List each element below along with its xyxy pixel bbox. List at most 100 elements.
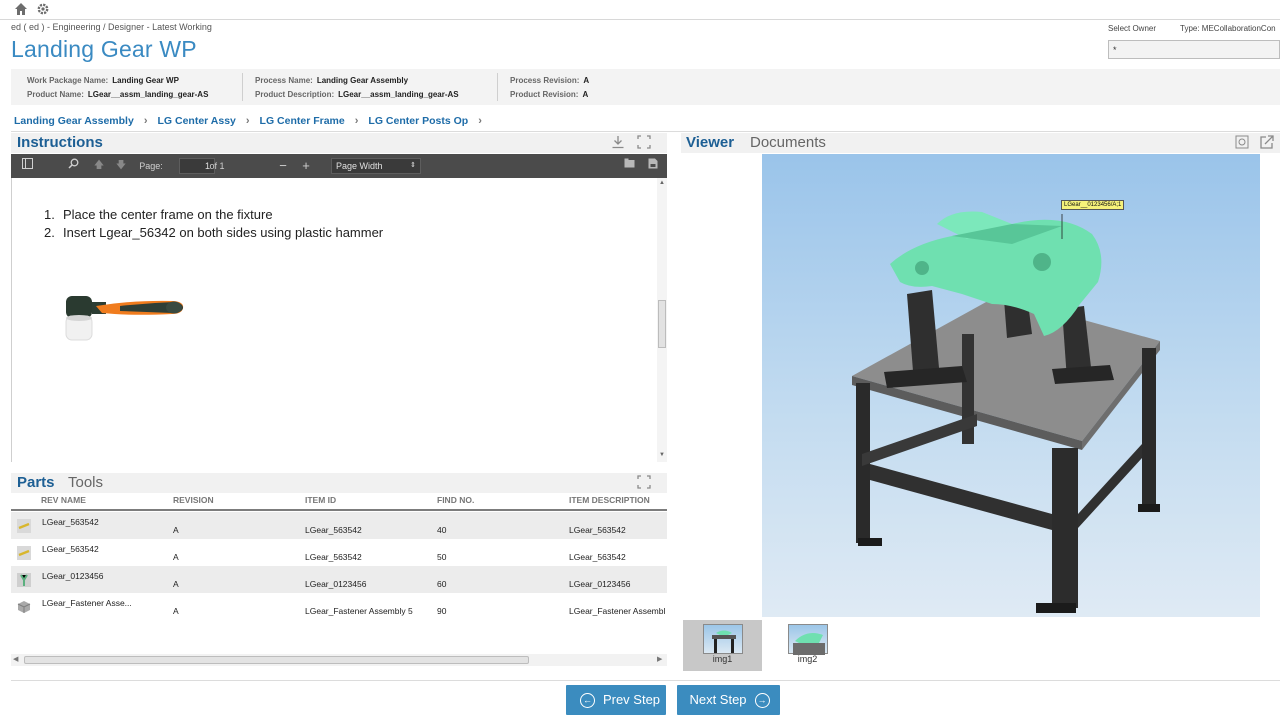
pin-part-icon — [17, 546, 31, 560]
pin-part-icon — [17, 519, 31, 533]
zoom-in-icon[interactable]: + — [300, 158, 312, 174]
thumbnail-img2[interactable]: img2 — [768, 620, 847, 671]
revision: A — [173, 525, 179, 535]
revision: A — [173, 552, 179, 562]
chevron-right-icon: › — [143, 115, 148, 127]
product-revision-value: A — [582, 90, 589, 99]
tab-documents[interactable]: Documents — [750, 134, 826, 151]
assembly-icon — [17, 600, 31, 614]
list-number: 2. — [44, 225, 55, 240]
process-revision-value: A — [583, 76, 590, 85]
instruction-text: Insert Lgear_56342 on both sides using p… — [63, 225, 384, 240]
landing-gear-fixture-render — [852, 211, 1160, 613]
find-no: 50 — [437, 552, 447, 562]
thumbnail-image — [702, 624, 743, 654]
plastic-hammer-image — [62, 294, 187, 344]
thumbnail-img1[interactable]: img1 — [683, 620, 762, 671]
table-row[interactable]: LGear_563542 A LGear_563542 40 LGear_563… — [11, 512, 667, 539]
share-icon[interactable] — [1259, 135, 1275, 151]
column-header[interactable]: ITEM ID — [305, 495, 336, 505]
revision: A — [173, 606, 179, 616]
step-link[interactable]: LG Center Posts Op — [365, 115, 471, 127]
parts-table-header: REV NAME REVISION ITEM ID FIND NO. ITEM … — [11, 493, 667, 511]
table-row[interactable]: LGear_563542 A LGear_563542 50 LGear_563… — [11, 539, 667, 566]
item-id: LGear_563542 — [305, 525, 362, 535]
step-link[interactable]: LG Center Frame — [257, 115, 348, 127]
rev-name: LGear_563542 — [42, 544, 99, 554]
scroll-down-icon[interactable]: ▼ — [659, 452, 665, 458]
tab-tools[interactable]: Tools — [68, 474, 103, 491]
scroll-up-icon[interactable]: ▲ — [659, 180, 665, 186]
search-icon[interactable] — [67, 158, 79, 174]
3d-viewer-canvas[interactable] — [762, 154, 1260, 617]
zoom-value: Page Width — [336, 161, 383, 171]
download-icon[interactable] — [610, 135, 626, 151]
table-row[interactable]: LGear_Fastener Asse... A LGear_Fastener … — [11, 593, 667, 620]
product-description-label: Product Description: — [255, 90, 335, 99]
revision-info: Process Revision: A Product Revision: A — [510, 74, 589, 102]
work-package-name-value: Landing Gear WP — [112, 76, 179, 85]
divider — [11, 680, 1280, 681]
breadcrumb: ed ( ed ) - Engineering / Designer - Lat… — [11, 22, 212, 32]
snapshot-icon[interactable] — [1234, 135, 1250, 151]
next-step-label: Next Step — [689, 692, 747, 707]
tab-parts[interactable]: Parts — [17, 474, 55, 491]
rev-name: LGear_Fastener Asse... — [42, 598, 132, 608]
page-label: Page: — [139, 161, 163, 171]
chevron-right-icon: › — [245, 115, 250, 127]
scroll-left-icon[interactable]: ◀ — [13, 655, 18, 663]
parts-header — [11, 473, 667, 493]
sidebar-toggle-icon[interactable] — [21, 158, 33, 174]
step-link[interactable]: LG Center Assy — [154, 115, 238, 127]
product-name-label: Product Name: — [27, 90, 84, 99]
expand-icon[interactable] — [636, 135, 652, 151]
find-no: 90 — [437, 606, 447, 616]
gear-icon[interactable] — [35, 2, 51, 18]
item-description: LGear_563542 — [569, 552, 626, 562]
item-description: LGear_0123456 — [569, 579, 631, 589]
find-no: 60 — [437, 579, 447, 589]
scrollbar-thumb[interactable] — [658, 300, 666, 348]
scrollbar-thumb[interactable] — [24, 656, 529, 664]
process-revision-label: Process Revision: — [510, 76, 580, 85]
step-link[interactable]: Landing Gear Assembly — [11, 115, 137, 127]
process-info: Process Name: Landing Gear Assembly Produ… — [255, 74, 459, 102]
divider — [11, 131, 1280, 132]
column-header[interactable]: ITEM DESCRIPTION — [569, 495, 650, 505]
product-revision-label: Product Revision: — [510, 90, 579, 99]
prev-step-button[interactable]: ← Prev Step — [566, 685, 666, 715]
open-file-icon[interactable] — [623, 158, 635, 174]
rev-name: LGear_0123456 — [42, 571, 104, 581]
product-name-value: LGear__assm_landing_gear-AS — [87, 90, 209, 99]
rev-name: LGear_563542 — [42, 517, 99, 527]
next-step-button[interactable]: Next Step → — [677, 685, 780, 715]
zoom-select[interactable]: Page Width ⇕ — [331, 158, 421, 174]
list-item: 2. Insert Lgear_56342 on both sides using… — [44, 224, 384, 242]
column-header[interactable]: REVISION — [173, 495, 214, 505]
pdf-toolbar: 🡅 🡇 Page: of 1 − + Page Width ⇕ — [11, 154, 667, 178]
part-callout-label[interactable]: LGear__0123456/A;1 — [1061, 200, 1125, 210]
revision: A — [173, 579, 179, 589]
column-header[interactable]: REV NAME — [41, 495, 86, 505]
table-row[interactable]: LGear_0123456 A LGear_0123456 60 LGear_0… — [11, 566, 667, 593]
tab-viewer[interactable]: Viewer — [686, 134, 734, 151]
instructions-title: Instructions — [17, 134, 103, 151]
expand-icon[interactable] — [636, 475, 652, 491]
owner-input[interactable] — [1108, 40, 1280, 59]
thumbnail-image — [787, 624, 828, 655]
home-icon[interactable] — [13, 2, 29, 18]
column-header[interactable]: FIND NO. — [437, 495, 474, 505]
prev-step-label: Prev Step — [602, 692, 661, 707]
scroll-right-icon[interactable]: ▶ — [657, 655, 662, 663]
frame-part-icon — [17, 573, 31, 587]
save-icon[interactable] — [647, 158, 659, 174]
select-owner-label: Select Owner — [1108, 24, 1157, 33]
instruction-text: Place the center frame on the fixture — [63, 207, 273, 222]
zoom-out-icon[interactable]: − — [277, 158, 289, 174]
arrow-right-icon: → — [754, 693, 770, 709]
arrow-down-icon[interactable]: 🡇 — [115, 158, 127, 174]
arrow-up-icon[interactable]: 🡅 — [93, 158, 105, 174]
work-package-name-label: Work Package Name: — [27, 76, 109, 85]
item-id: LGear_0123456 — [305, 579, 367, 589]
work-package-info: Work Package Name: Landing Gear WP Produc… — [27, 74, 208, 102]
